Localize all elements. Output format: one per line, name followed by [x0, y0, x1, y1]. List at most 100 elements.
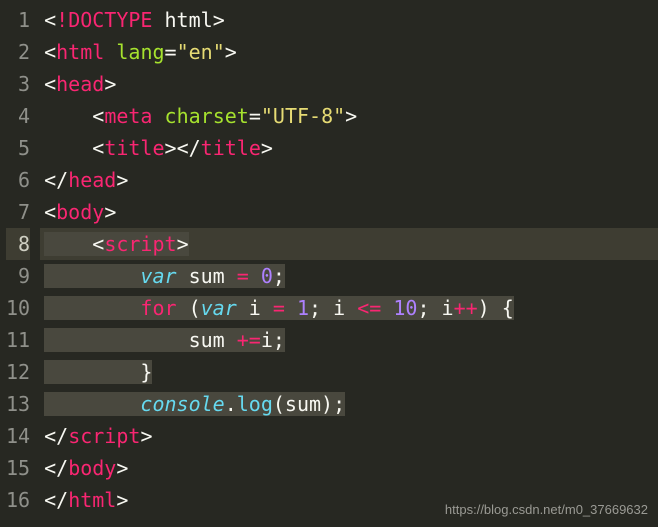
code-token: title: [104, 136, 164, 160]
code-token: var: [140, 264, 176, 288]
code-token: >: [345, 104, 357, 128]
code-token: <: [44, 40, 56, 64]
code-token: >: [213, 8, 225, 32]
code-token: [249, 264, 261, 288]
code-token: head: [68, 168, 116, 192]
code-token: =: [273, 296, 285, 320]
code-token: [44, 296, 140, 320]
line-number: 13: [6, 388, 30, 420]
code-token: sum: [189, 328, 237, 352]
code-line[interactable]: </body>: [40, 452, 658, 484]
code-token: }: [140, 360, 152, 384]
code-token: charset: [165, 104, 249, 128]
code-token: [285, 296, 297, 320]
code-token: 1: [297, 296, 309, 320]
code-token: =: [249, 104, 261, 128]
code-line[interactable]: </head>: [40, 164, 658, 196]
code-line[interactable]: </script>: [40, 420, 658, 452]
code-token: [44, 392, 140, 416]
code-token: =: [165, 40, 177, 64]
code-token: ; i: [417, 296, 453, 320]
code-token: >: [165, 136, 177, 160]
code-token: [44, 232, 92, 256]
code-token: >: [140, 424, 152, 448]
code-token: console: [140, 392, 224, 416]
code-token: >: [104, 72, 116, 96]
code-token: >: [261, 136, 273, 160]
code-line[interactable]: for (var i = 1; i <= 10; i++) {: [40, 292, 658, 324]
code-token: ; i: [309, 296, 357, 320]
line-number-gutter: 12345678910111213141516: [0, 0, 40, 527]
code-line[interactable]: sum +=i;: [40, 324, 658, 356]
code-token: html: [56, 40, 116, 64]
code-line[interactable]: }: [40, 356, 658, 388]
line-number: 5: [6, 132, 30, 164]
code-token: log: [237, 392, 273, 416]
code-token: ) {: [478, 296, 514, 320]
code-token: [44, 360, 140, 384]
code-token: meta: [104, 104, 164, 128]
line-number: 10: [6, 292, 30, 324]
code-token: >: [177, 232, 189, 256]
code-area[interactable]: <!DOCTYPE html><html lang="en"><head> <m…: [40, 0, 658, 527]
line-number: 4: [6, 100, 30, 132]
watermark-text: https://blog.csdn.net/m0_37669632: [445, 500, 648, 521]
code-token: </: [177, 136, 201, 160]
code-token: DOCTYPE: [68, 8, 164, 32]
code-token: <=: [357, 296, 381, 320]
code-token: title: [201, 136, 261, 160]
code-line[interactable]: <title></title>: [40, 132, 658, 164]
line-number: 7: [6, 196, 30, 228]
line-number: 15: [6, 452, 30, 484]
code-line[interactable]: <html lang="en">: [40, 36, 658, 68]
code-token: !: [56, 8, 68, 32]
code-token: <: [92, 232, 104, 256]
code-token: </: [44, 424, 68, 448]
code-token: .: [225, 392, 237, 416]
code-token: </: [44, 456, 68, 480]
code-token: body: [68, 456, 116, 480]
code-token: [381, 296, 393, 320]
code-token: <: [92, 136, 104, 160]
code-token: </: [44, 168, 68, 192]
code-line[interactable]: <head>: [40, 68, 658, 100]
code-token: </: [44, 488, 68, 512]
code-token: html: [68, 488, 116, 512]
line-number: 8: [6, 228, 30, 260]
code-line[interactable]: var sum = 0;: [40, 260, 658, 292]
code-token: i: [237, 296, 273, 320]
line-number: 3: [6, 68, 30, 100]
code-token: >: [225, 40, 237, 64]
code-token: lang: [116, 40, 164, 64]
code-line[interactable]: <!DOCTYPE html>: [40, 4, 658, 36]
code-line[interactable]: <body>: [40, 196, 658, 228]
code-token: >: [116, 488, 128, 512]
code-token: [44, 104, 92, 128]
code-token: ++: [454, 296, 478, 320]
code-line[interactable]: <meta charset="UTF-8">: [40, 100, 658, 132]
code-token: 0: [261, 264, 273, 288]
code-token: [44, 136, 92, 160]
line-number: 1: [6, 4, 30, 36]
code-token: 10: [393, 296, 417, 320]
code-token: <: [92, 104, 104, 128]
line-number: 16: [6, 484, 30, 516]
code-token: (: [177, 296, 201, 320]
code-token: ;: [273, 264, 285, 288]
line-number: 11: [6, 324, 30, 356]
code-token: <: [44, 8, 56, 32]
line-number: 2: [6, 36, 30, 68]
code-line[interactable]: console.log(sum);: [40, 388, 658, 420]
code-token: var: [201, 296, 237, 320]
code-token: sum: [177, 264, 237, 288]
line-number: 12: [6, 356, 30, 388]
code-editor[interactable]: 12345678910111213141516 <!DOCTYPE html><…: [0, 0, 658, 527]
code-token: "UTF-8": [261, 104, 345, 128]
code-token: script: [104, 232, 176, 256]
code-token: [44, 264, 140, 288]
code-token: >: [104, 200, 116, 224]
code-token: (sum);: [273, 392, 345, 416]
code-token: i;: [261, 328, 285, 352]
line-number: 14: [6, 420, 30, 452]
code-line[interactable]: <script>: [40, 228, 658, 260]
